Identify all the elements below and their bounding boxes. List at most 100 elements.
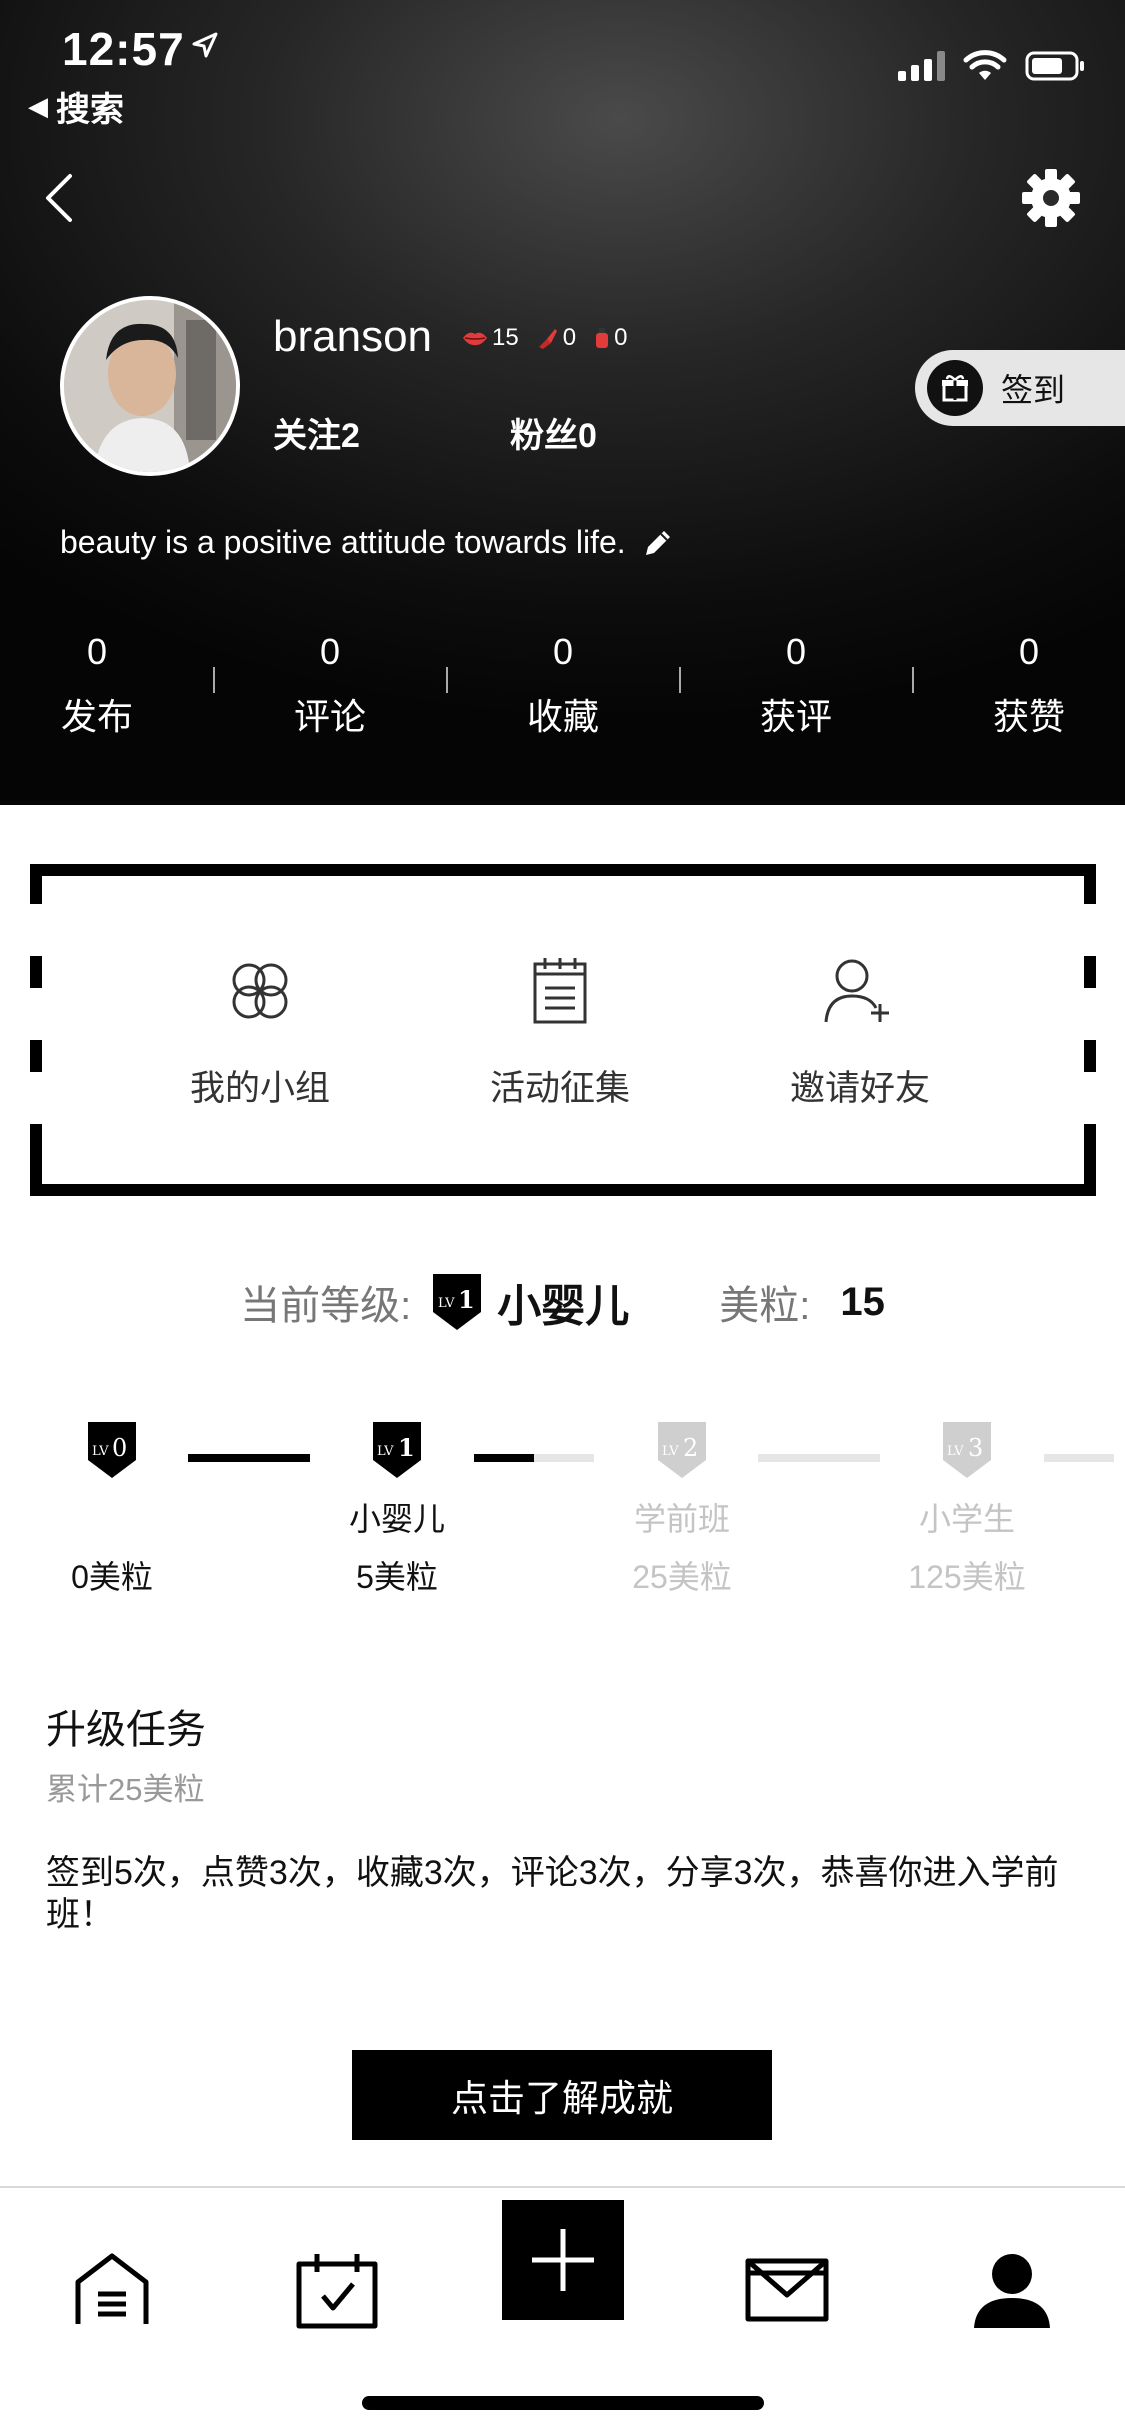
level-name: 小婴儿 [348, 1501, 445, 1537]
lips-badge: 15 [462, 324, 519, 352]
pencil-icon[interactable] [642, 527, 674, 559]
bio[interactable]: beauty is a positive attitude towards li… [60, 524, 674, 561]
tab-profile[interactable] [952, 2230, 1072, 2350]
level-shield-icon: LV 3 [943, 1422, 991, 1478]
avatar-photo [64, 300, 236, 472]
level-shield-icon: LV 2 [658, 1422, 706, 1478]
stat-label: 发布 [60, 696, 133, 737]
profile-icon [974, 2254, 1050, 2328]
event-call-button[interactable]: 活动征集 [410, 956, 710, 1111]
stat-divider [679, 667, 681, 693]
back-chevron-icon[interactable] [40, 170, 80, 226]
bottle-icon [596, 328, 609, 348]
calendar-check-icon [296, 2254, 378, 2329]
points-value: 15 [840, 1279, 885, 1324]
lipstick-badge: 0 [537, 324, 576, 352]
plus-icon [532, 2229, 594, 2291]
achievements-button[interactable]: 点击了解成就 [352, 2050, 772, 2140]
bio-text: beauty is a positive attitude towards li… [60, 524, 626, 560]
status-indicators [898, 50, 1085, 82]
signal-icon [898, 51, 945, 81]
add-user-icon [824, 959, 889, 1023]
level-node-lv2: LV 2 学前班 25美粒 [592, 1420, 772, 1598]
level-shield-icon: LV 1 [433, 1274, 482, 1330]
back-app-label: 搜索 [56, 91, 124, 129]
notepad-icon [533, 958, 587, 1024]
level-points: 5美粒 [356, 1559, 438, 1595]
stat-value: 0 [552, 631, 574, 672]
svg-text:3: 3 [968, 1434, 983, 1462]
event-call-label: 活动征集 [489, 1069, 630, 1108]
stat-value: 0 [1018, 631, 1040, 672]
level-points: 0美粒 [71, 1559, 153, 1595]
tab-calendar[interactable] [277, 2230, 397, 2350]
level-name: 小学生 [918, 1501, 1015, 1537]
stat-posts[interactable]: 0 发布 [17, 625, 177, 747]
stat-label: 获评 [759, 696, 832, 737]
username: branson [273, 312, 433, 361]
level-node-lv1: LV 1 小婴儿 5美粒 [307, 1420, 487, 1598]
current-level-name: 小婴儿 [497, 1282, 630, 1331]
fans-count[interactable]: 粉丝0 [510, 408, 597, 457]
progress-bar-0-1 [188, 1454, 310, 1462]
location-arrow-icon [192, 32, 218, 58]
svg-text:LV: LV [92, 1444, 109, 1459]
invite-friends-label: 邀请好友 [789, 1069, 930, 1108]
back-triangle-icon: ◀ [28, 91, 48, 121]
svg-text:1: 1 [458, 1285, 475, 1314]
svg-text:2: 2 [683, 1434, 698, 1462]
stat-reviews-received[interactable]: 0 获评 [716, 625, 876, 747]
level-shield-icon: LV 0 [88, 1422, 136, 1478]
gift-icon [927, 360, 983, 416]
tab-home[interactable] [52, 2230, 172, 2350]
stat-divider [446, 667, 448, 693]
stats-row: 0 发布 0 评论 0 收藏 0 获评 0 获赞 [0, 625, 1125, 755]
stat-value: 0 [785, 631, 807, 672]
stat-label: 评论 [293, 696, 366, 737]
back-to-app[interactable]: ◀ 搜索 [28, 82, 124, 131]
checkin-label: 签到 [1001, 372, 1066, 408]
tab-create[interactable] [502, 2200, 624, 2320]
profile-header: 12:57 ◀ 搜索 branson 15 0 0 关注2 粉丝0 签到 bea… [0, 0, 1125, 805]
my-groups-button[interactable]: 我的小组 [110, 956, 410, 1111]
stat-value: 0 [319, 631, 341, 672]
level-name: 学前班 [633, 1501, 730, 1537]
tab-messages[interactable] [727, 2230, 847, 2350]
stat-comments[interactable]: 0 评论 [250, 625, 410, 747]
current-level-row: 当前等级: LV 1 小婴儿 美粒: 15 [0, 1270, 1125, 1334]
checkin-button[interactable]: 签到 [915, 350, 1125, 426]
level-track: LV 0 0美粒 LV 1 小婴儿 5美粒 LV 2 学前班 25美粒 LV 3… [0, 1420, 1125, 1620]
svg-text:LV: LV [438, 1296, 455, 1311]
svg-text:LV: LV [662, 1444, 679, 1459]
gear-icon[interactable] [1021, 168, 1081, 228]
my-groups-label: 我的小组 [189, 1069, 330, 1108]
stat-label: 收藏 [526, 696, 599, 737]
lips-count: 15 [492, 324, 519, 351]
invite-friends-button[interactable]: 邀请好友 [710, 956, 1010, 1111]
svg-text:0: 0 [112, 1434, 127, 1462]
mail-icon [745, 2258, 829, 2322]
stat-label: 获赞 [992, 696, 1065, 737]
svg-text:LV: LV [377, 1444, 394, 1459]
level-points: 125美粒 [908, 1559, 1026, 1595]
clover-icon [232, 963, 288, 1019]
svg-text:LV: LV [947, 1444, 964, 1459]
stat-divider [213, 667, 215, 693]
home-icon [75, 2253, 149, 2324]
task-description: 签到5次，点赞3次，收藏3次，评论3次，分享3次，恭喜你进入学前班！ [46, 1854, 1059, 1934]
level-name [22, 1494, 202, 1534]
follow-count[interactable]: 关注2 [273, 408, 360, 457]
current-level-label: 当前等级: [240, 1284, 412, 1328]
lipstick-icon [538, 329, 557, 349]
task-subtitle: 累计25美粒 [46, 1772, 205, 1807]
bottle-badge: 0 [594, 324, 627, 352]
bottle-count: 0 [614, 324, 628, 351]
home-indicator[interactable] [362, 2396, 764, 2410]
quick-actions-panel: 我的小组 活动征集 邀请好友 [30, 864, 1096, 1196]
svg-text:1: 1 [398, 1433, 415, 1462]
progress-bar-2-3 [758, 1454, 880, 1462]
avatar[interactable] [60, 296, 240, 476]
points-label: 美粒: [719, 1284, 811, 1328]
stat-likes-received[interactable]: 0 获赞 [949, 625, 1109, 747]
stat-favorites[interactable]: 0 收藏 [483, 625, 643, 747]
